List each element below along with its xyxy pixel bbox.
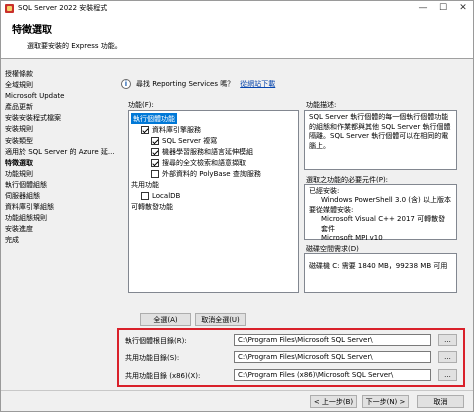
- nav-step: 資料庫引擎組態: [5, 203, 54, 212]
- nav-step: 全域規則: [5, 81, 33, 90]
- page-header: 特徵選取 選取要安裝的 Express 功能。: [1, 15, 473, 59]
- shared-dir-input[interactable]: C:\Program Files\Microsoft SQL Server\: [234, 351, 431, 363]
- page-title: 特徵選取: [12, 25, 52, 36]
- help-text: 尋找 Reporting Services 嗎？: [136, 80, 235, 88]
- page-description: 選取要安裝的 Express 功能。: [27, 42, 122, 50]
- download-link[interactable]: 從網站下載: [240, 79, 275, 89]
- feature-item[interactable]: 機器學習服務和語言延伸模組: [151, 146, 253, 157]
- feature-label: 可轉散發功能: [131, 202, 173, 211]
- feature-label: 資料庫引擎服務: [152, 125, 201, 134]
- feature-item[interactable]: 可轉散發功能: [131, 201, 173, 212]
- to-install-header: 要從媒體安裝:: [309, 205, 354, 214]
- feature-label: SQL Server 複寫: [162, 136, 218, 145]
- feature-checkbox[interactable]: [151, 158, 159, 167]
- feature-label: 共用功能: [131, 180, 159, 189]
- instance-root-browse-button[interactable]: ...: [438, 334, 457, 346]
- info-icon: i: [121, 79, 131, 89]
- prerequisites-box: 已經安裝: Windows PowerShell 3.0 (含) 以上版本 要從…: [304, 184, 457, 243]
- description-scrollbar[interactable]: [458, 110, 466, 170]
- feature-checkbox[interactable]: [151, 136, 159, 145]
- feature-label: LocalDB: [152, 191, 181, 200]
- back-button[interactable]: < 上一步(B): [310, 395, 357, 408]
- feature-label: 執行個體功能: [133, 114, 175, 123]
- feature-label: 搜尋的全文檢索和語意擷取: [162, 158, 246, 167]
- shared-dir-label: 共用功能目錄(S):: [125, 354, 180, 362]
- maximize-button[interactable]: ☐: [433, 1, 453, 15]
- feature-item[interactable]: LocalDB: [141, 190, 180, 201]
- select-all-button[interactable]: 全選(A): [140, 313, 191, 326]
- sql-server-setup-icon: [5, 3, 14, 13]
- nav-step: 執行個體組態: [5, 180, 47, 189]
- shared-dir-x86-label: 共用功能目錄 (x86)(X):: [125, 372, 201, 380]
- feature-item[interactable]: SQL Server 複寫: [151, 135, 217, 146]
- nav-step: 完成: [5, 236, 19, 245]
- feature-item[interactable]: 共用功能: [131, 179, 159, 190]
- disk-space-box: 磁碟機 C: 需要 1840 MB，99238 MB 可用: [304, 253, 457, 293]
- nav-step: 產品更新: [5, 103, 33, 112]
- feature-item[interactable]: 搜尋的全文檢索和語意擷取: [151, 157, 246, 168]
- step-navigation: 授權條款全域規則 Microsoft Update 產品更新安裝安裝程式檔案 安裝規則…: [5, 69, 115, 247]
- nav-step: 安裝類型: [5, 136, 33, 145]
- instance-root-label: 執行個體根目錄(R):: [125, 337, 187, 345]
- feature-checkbox[interactable]: [141, 125, 149, 134]
- nav-step: 功能組態規則: [5, 214, 47, 223]
- close-button[interactable]: ✕: [453, 1, 473, 15]
- nav-step: 伺服器組態: [5, 192, 40, 201]
- nav-step: 安裝進度: [5, 225, 33, 234]
- feature-checkbox[interactable]: [151, 169, 159, 178]
- shared-dir-x86-browse-button[interactable]: ...: [438, 369, 457, 381]
- feature-item[interactable]: 外部資料的 PolyBase 查詢服務: [151, 168, 261, 179]
- installer-window: SQL Server 2022 安裝程式 — ☐ ✕ 特徵選取 選取要安裝的 E…: [0, 0, 474, 412]
- footer-divider: [1, 390, 473, 391]
- instance-root-input[interactable]: C:\Program Files\Microsoft SQL Server\: [234, 334, 431, 346]
- prereq-install-item: Microsoft Visual C++ 2017 可轉散發套件: [321, 215, 446, 233]
- shared-dir-x86-input[interactable]: C:\Program Files (x86)\Microsoft SQL Ser…: [234, 369, 431, 381]
- feature-checkbox[interactable]: [141, 191, 149, 200]
- cancel-button[interactable]: 取消: [417, 395, 464, 408]
- reporting-services-hint: i 尋找 Reporting Services 嗎？ 從網站下載: [121, 78, 275, 90]
- nav-step: 特徵選取: [5, 158, 33, 167]
- features-label: 功能(F):: [128, 101, 154, 109]
- window-title: SQL Server 2022 安裝程式: [18, 4, 108, 12]
- next-button[interactable]: 下一步(N) >: [362, 395, 409, 408]
- prereq-install-item: Microsoft MPI v10: [321, 234, 383, 243]
- feature-checkbox[interactable]: [151, 147, 159, 156]
- feature-item[interactable]: 執行個體功能: [131, 113, 177, 124]
- unselect-all-button[interactable]: 取消全選(U): [195, 313, 246, 326]
- shared-dir-browse-button[interactable]: ...: [438, 351, 457, 363]
- minimize-button[interactable]: —: [413, 1, 433, 15]
- nav-step: 授權條款: [5, 70, 33, 78]
- nav-step: Microsoft Update: [5, 92, 65, 101]
- feature-label: 機器學習服務和語言延伸模組: [162, 147, 253, 156]
- feature-label: 外部資料的 PolyBase 查詢服務: [162, 169, 261, 178]
- nav-step: 功能規則: [5, 169, 33, 178]
- features-tree[interactable]: 執行個體功能資料庫引擎服務 SQL Server 複寫機器學習服務和語言延伸模組搜…: [128, 110, 299, 293]
- description-label: 功能描述:: [306, 101, 337, 109]
- prereq-installed-item: Windows PowerShell 3.0 (含) 以上版本: [321, 196, 451, 205]
- nav-step: 適用於 SQL Server 的 Azure 延...: [5, 147, 115, 156]
- installed-header: 已經安裝:: [309, 187, 340, 195]
- feature-item[interactable]: 資料庫引擎服務: [141, 124, 201, 135]
- nav-step: 安裝安裝程式檔案: [5, 114, 61, 123]
- feature-description-box: SQL Server 執行個體的每一個執行個體功能的組態和作業都與其他 SQL …: [304, 110, 457, 170]
- title-bar: SQL Server 2022 安裝程式 — ☐ ✕: [1, 1, 473, 15]
- nav-step: 安裝規則: [5, 125, 33, 134]
